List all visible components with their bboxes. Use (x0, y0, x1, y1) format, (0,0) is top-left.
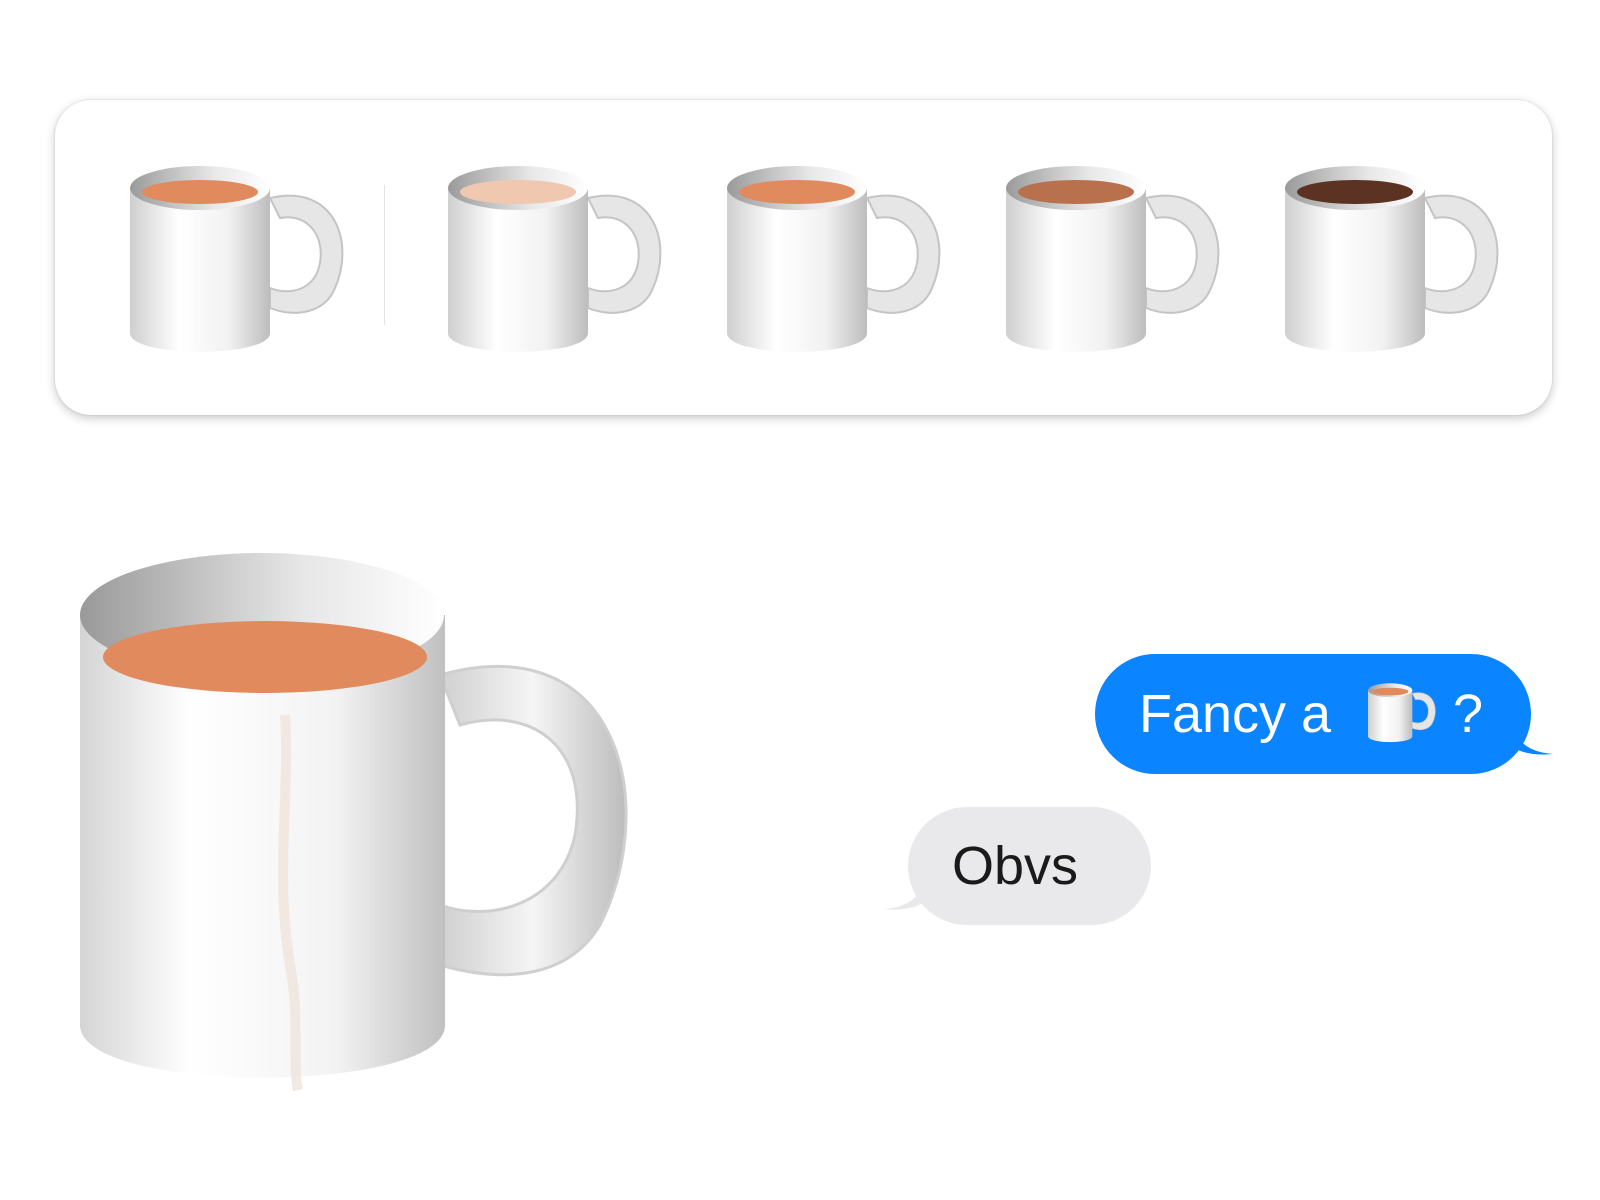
mug-liquid (1018, 180, 1134, 204)
mug-icon (1368, 676, 1444, 752)
emoji-variant-picker (55, 100, 1552, 415)
mug-liquid (460, 180, 576, 204)
received-message-text: Obvs (952, 836, 1079, 896)
received-message-bubble[interactable]: Obvs (884, 807, 1151, 925)
sent-message-suffix: ? (1453, 684, 1484, 744)
mug-liquid (739, 180, 855, 204)
large-mug-icon (60, 545, 660, 1125)
mug-option-dark[interactable] (1285, 148, 1525, 378)
bubble-tail (1511, 716, 1553, 755)
bubble-tail (884, 871, 926, 910)
mug-option-medium[interactable] (1006, 148, 1246, 378)
mug-icon (1006, 166, 1220, 352)
mug-icon (1285, 166, 1499, 352)
mug-icon (727, 166, 941, 352)
mug-option-medium-light[interactable] (727, 148, 967, 378)
sent-message-bubble[interactable]: Fancy a ? (1095, 654, 1553, 774)
mug-liquid (1297, 180, 1413, 204)
mug-option-default[interactable] (130, 148, 370, 378)
mug-liquid (142, 180, 258, 204)
sent-message-text: Fancy a (1139, 684, 1332, 744)
picker-separator (384, 185, 385, 325)
mug-option-light[interactable] (448, 148, 688, 378)
mug-icon (448, 166, 662, 352)
mug-icon (130, 166, 344, 352)
